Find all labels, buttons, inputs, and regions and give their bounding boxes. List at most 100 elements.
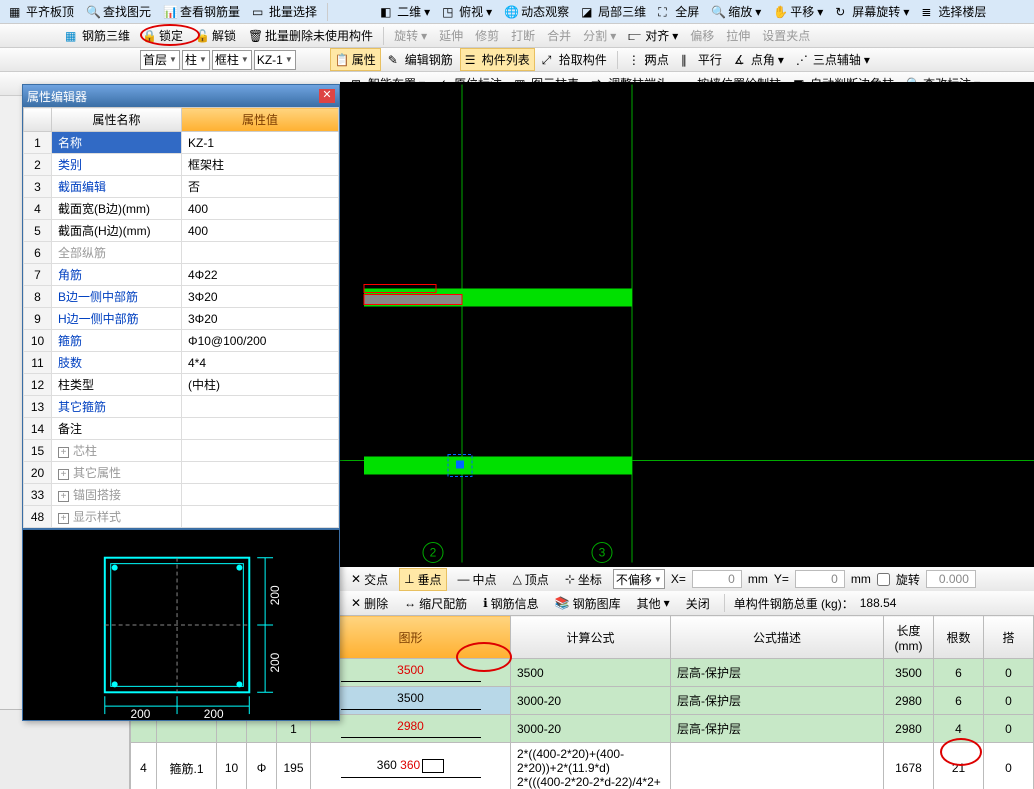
- combo-subtype[interactable]: 框柱▼: [212, 50, 252, 70]
- table-row[interactable]: 4箍筋.110Φ195360 3602*((400-2*20)+(400-2*2…: [131, 743, 1034, 789]
- btn-fullscreen[interactable]: ⛶全屏: [653, 0, 704, 23]
- lock-icon: 🔒: [142, 29, 156, 43]
- svg-text:200: 200: [268, 652, 282, 672]
- btn-split-dis: 分割 ▾: [578, 24, 621, 47]
- prop-row[interactable]: 14备注: [24, 418, 339, 440]
- svg-text:3: 3: [599, 546, 606, 560]
- prop-row[interactable]: 15+芯柱: [24, 440, 339, 462]
- btn-3pt-axis[interactable]: ⋰三点辅轴 ▾: [791, 48, 875, 71]
- btn-edit-rebar[interactable]: ✎编辑钢筋: [383, 48, 458, 71]
- btn-batch-select[interactable]: ▭批量选择: [247, 0, 322, 23]
- col-value: 属性值: [182, 108, 339, 132]
- btn-orbit[interactable]: 🌐动态观察: [499, 0, 574, 23]
- svg-text:200: 200: [131, 707, 151, 720]
- btn-properties[interactable]: 📋属性: [330, 48, 381, 71]
- coord-bar: ✕交点 ⊥垂点 ―中点 △顶点 ⊹坐标 不偏移▼ X= 0 mm Y= 0 mm…: [340, 567, 1034, 591]
- prop-row[interactable]: 8B边一侧中部筋3Φ20: [24, 286, 339, 308]
- btn-member-list[interactable]: ☰构件列表: [460, 48, 535, 71]
- prop-row[interactable]: 5截面高(H边)(mm)400: [24, 220, 339, 242]
- btn-find-elem[interactable]: 🔍查找图元: [81, 0, 156, 23]
- prop-row[interactable]: 10箍筋Φ10@100/200: [24, 330, 339, 352]
- btn-pick-member[interactable]: ⤢拾取构件: [537, 48, 612, 71]
- toolbar-row-2: ▦钢筋三维 🔒锁定 🔓解锁 🗑批量删除未使用构件 旋转 ▾ 延伸 修剪 打断 合…: [0, 24, 1034, 48]
- total-weight-value: 188.54: [860, 596, 897, 610]
- prop-row[interactable]: 48+显示样式: [24, 506, 339, 528]
- prop-row[interactable]: 20+其它属性: [24, 462, 339, 484]
- snap-coord[interactable]: ⊹坐标: [560, 568, 607, 591]
- drawing-canvas[interactable]: 2 3: [340, 82, 1034, 567]
- btn-select-floor[interactable]: ≣选择楼层: [916, 0, 991, 23]
- prop-row[interactable]: 9H边一侧中部筋3Φ20: [24, 308, 339, 330]
- y-field[interactable]: 0: [795, 570, 845, 588]
- dialog-title: 属性编辑器: [27, 88, 87, 105]
- prop-row[interactable]: 11肢数4*4: [24, 352, 339, 374]
- btn-zoom[interactable]: 🔍缩放 ▾: [706, 0, 766, 23]
- unlock-icon: 🔓: [195, 29, 209, 43]
- btn-screen-rotate[interactable]: ↻屏幕旋转 ▾: [830, 0, 914, 23]
- btn-local-3d[interactable]: ◪局部三维: [576, 0, 651, 23]
- btn-lock[interactable]: 🔒锁定: [137, 24, 188, 47]
- btn-offset-dis: 偏移: [685, 24, 719, 47]
- btn-del-unused[interactable]: 🗑批量删除未使用构件: [243, 24, 378, 47]
- btn-pan[interactable]: ✋平移 ▾: [768, 0, 828, 23]
- prop-row[interactable]: 6全部纵筋: [24, 242, 339, 264]
- btn-rebar-lib[interactable]: 📚钢筋图库: [550, 592, 626, 615]
- prop-row[interactable]: 7角筋4Φ22: [24, 264, 339, 286]
- btn-grip-dis: 设置夹点: [757, 24, 815, 47]
- combo-member[interactable]: KZ-1▼: [254, 50, 296, 70]
- btn-merge-dis: 合并: [542, 24, 576, 47]
- property-editor-dialog: 属性编辑器 ✕ 属性名称 属性值 1名称KZ-12类别框架柱3截面编辑否4截面宽…: [22, 84, 340, 721]
- section-preview: 200 200 200 200: [23, 528, 339, 720]
- combo-type[interactable]: 柱▼: [182, 50, 210, 70]
- toolbar-row-1: ▦平齐板顶 🔍查找图元 📊查看钢筋量 ▭批量选择 ◧二维 ▾ ◳俯视 ▾ 🌐动态…: [0, 0, 1034, 24]
- btn-parallel[interactable]: ∥平行: [676, 48, 727, 71]
- btn-2d[interactable]: ◧二维 ▾: [375, 0, 435, 23]
- btn-rotate-dis: 旋转 ▾: [389, 24, 432, 47]
- snap-vertex[interactable]: △顶点: [508, 568, 554, 591]
- prop-row[interactable]: 2类别框架柱: [24, 154, 339, 176]
- btn-view-rebar[interactable]: 📊查看钢筋量: [158, 0, 245, 23]
- btn-point-angle[interactable]: ∡点角 ▾: [729, 48, 789, 71]
- btn-unlock[interactable]: 🔓解锁: [190, 24, 241, 47]
- svg-text:200: 200: [268, 585, 282, 605]
- col-name: 属性名称: [52, 108, 182, 132]
- btn-align[interactable]: ⫍对齐 ▾: [623, 24, 683, 47]
- btn-two-point[interactable]: ⋮⋮两点: [623, 48, 674, 71]
- x-label: X=: [671, 572, 686, 586]
- btn-stretch-dis: 拉伸: [721, 24, 755, 47]
- property-grid: 属性名称 属性值 1名称KZ-12类别框架柱3截面编辑否4截面宽(B边)(mm)…: [23, 107, 339, 528]
- close-icon[interactable]: ✕: [319, 89, 335, 103]
- dialog-titlebar[interactable]: 属性编辑器 ✕: [23, 85, 339, 107]
- btn-scale-rebar[interactable]: ↔缩尺配筋: [399, 592, 472, 615]
- svg-text:200: 200: [204, 707, 224, 720]
- rotate-label: 旋转: [896, 571, 920, 588]
- btn-align-top[interactable]: ▦平齐板顶: [4, 0, 79, 23]
- btn-rebar-other[interactable]: 其他 ▾: [632, 592, 675, 615]
- btn-rebar-close[interactable]: 关闭: [681, 592, 715, 615]
- btn-delete-rebar[interactable]: ✕删除: [346, 592, 393, 615]
- prop-row[interactable]: 3截面编辑否: [24, 176, 339, 198]
- prop-row[interactable]: 13其它箍筋: [24, 396, 339, 418]
- total-weight-label: 单构件钢筋总重 (kg)：: [734, 595, 854, 612]
- btn-rebar-3d[interactable]: ▦钢筋三维: [60, 24, 135, 47]
- btn-top-view[interactable]: ◳俯视 ▾: [437, 0, 497, 23]
- svg-text:2: 2: [430, 546, 437, 560]
- offset-combo[interactable]: 不偏移▼: [613, 569, 665, 589]
- prop-row[interactable]: 4截面宽(B边)(mm)400: [24, 198, 339, 220]
- btn-break-dis: 打断: [506, 24, 540, 47]
- prop-row[interactable]: 12柱类型(中柱): [24, 374, 339, 396]
- prop-row[interactable]: 1名称KZ-1: [24, 132, 339, 154]
- x-field[interactable]: 0: [692, 570, 742, 588]
- rotate-check[interactable]: [877, 573, 890, 586]
- snap-perp[interactable]: ⊥垂点: [399, 568, 446, 591]
- rotate-field[interactable]: 0.000: [926, 570, 976, 588]
- snap-intersect[interactable]: ✕交点: [346, 568, 393, 591]
- btn-rebar-info[interactable]: ℹ钢筋信息: [478, 592, 544, 615]
- rebar-ops-bar: ✕删除 ↔缩尺配筋 ℹ钢筋信息 📚钢筋图库 其他 ▾ 关闭 单构件钢筋总重 (k…: [340, 591, 1034, 615]
- y-label: Y=: [774, 572, 789, 586]
- combo-floor[interactable]: 首层▼: [140, 50, 180, 70]
- toolbar-row-3: 首层▼ 柱▼ 框柱▼ KZ-1▼ 📋属性 ✎编辑钢筋 ☰构件列表 ⤢拾取构件 ⋮…: [0, 48, 1034, 72]
- snap-mid[interactable]: ―中点: [453, 568, 502, 591]
- prop-row[interactable]: 33+锚固搭接: [24, 484, 339, 506]
- btn-trim-dis: 修剪: [470, 24, 504, 47]
